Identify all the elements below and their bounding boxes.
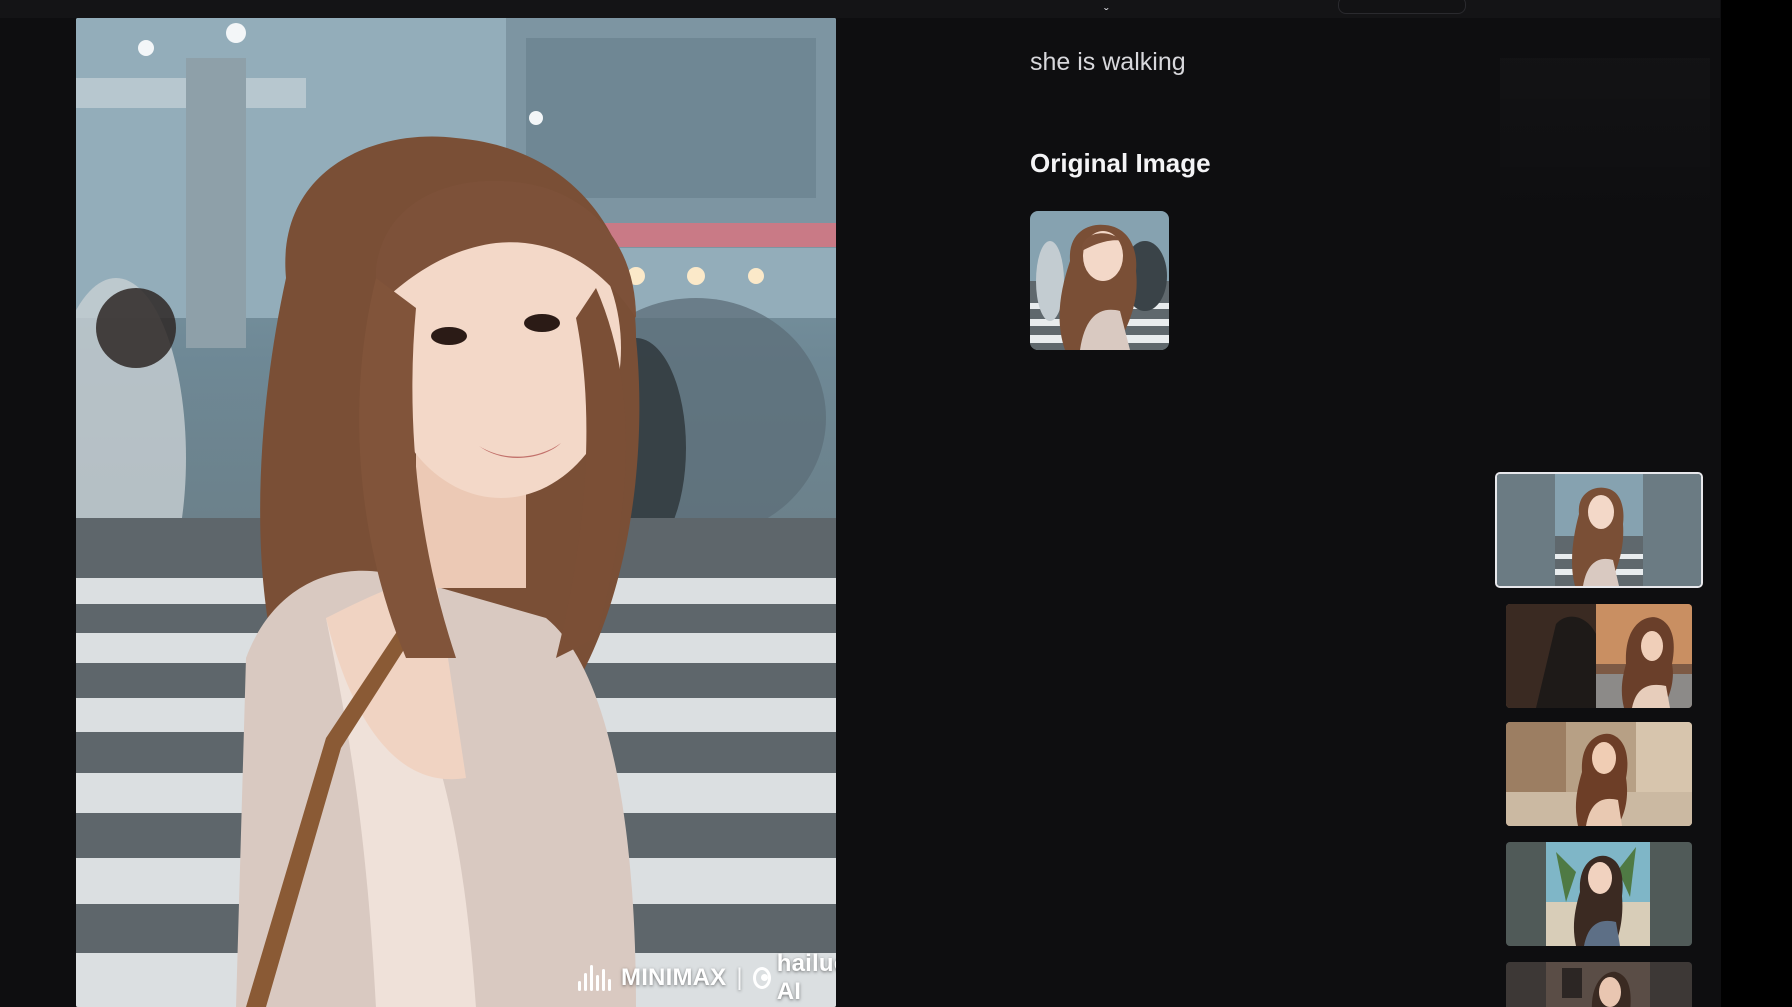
thumb-indoor-portrait-image xyxy=(1506,962,1692,1007)
preview-image xyxy=(76,18,836,1007)
watermark-separator: | xyxy=(736,964,743,991)
thumb-indoor-portrait[interactable] xyxy=(1506,962,1692,1007)
top-bar-glyph: ˬ xyxy=(1104,0,1109,10)
watermark-brand: MINIMAX xyxy=(621,964,727,991)
thumb-alley-sunlight-image xyxy=(1506,722,1692,826)
original-image-thumbnail[interactable] xyxy=(1030,211,1169,350)
top-action-button[interactable] xyxy=(1338,0,1466,14)
top-bar: ˬ xyxy=(0,0,1720,18)
app-window: ˬ MINIMAX | hailu AI she is walking Orig… xyxy=(0,0,1792,1007)
thumb-crosswalk-girl-image xyxy=(1497,474,1701,586)
thumb-street-sunset[interactable] xyxy=(1506,604,1692,708)
watermark-product: hailuo AI xyxy=(776,950,836,1005)
faint-panel-area xyxy=(1500,58,1710,218)
prompt-text: she is walking xyxy=(1030,48,1186,76)
thumb-crosswalk-girl[interactable] xyxy=(1495,472,1703,588)
thumb-alley-sunlight[interactable] xyxy=(1506,722,1692,826)
thumb-beach-palms[interactable] xyxy=(1506,842,1692,946)
original-image-picture xyxy=(1030,211,1169,350)
right-edge-bar xyxy=(1721,0,1792,1007)
hailuo-logo-icon xyxy=(752,967,771,989)
original-image-title: Original Image xyxy=(1030,148,1211,178)
video-preview[interactable]: MINIMAX | hailuo AI xyxy=(76,18,836,1007)
minimax-logo-icon xyxy=(578,965,611,991)
watermark: MINIMAX | hailuo AI xyxy=(578,950,836,1005)
thumb-street-sunset-image xyxy=(1506,604,1692,708)
thumb-beach-palms-image xyxy=(1506,842,1692,946)
